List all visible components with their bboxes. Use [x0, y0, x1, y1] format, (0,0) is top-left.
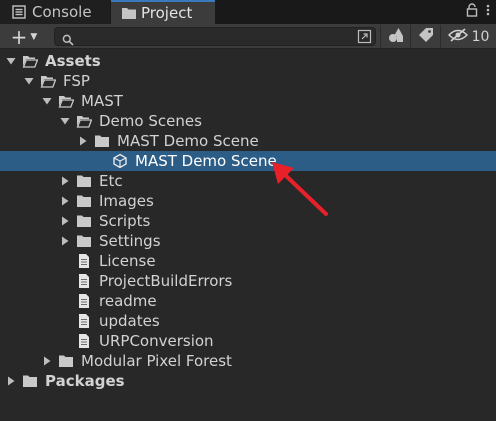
- expand-arrow-down-icon[interactable]: [42, 96, 52, 106]
- tree-item[interactable]: Images: [0, 191, 496, 211]
- expand-arrow-down-icon[interactable]: [60, 116, 70, 126]
- tree-item-label: MAST Demo Scene: [135, 152, 277, 170]
- tree-item[interactable]: Etc: [0, 171, 496, 191]
- expand-arrow-right-icon[interactable]: [60, 236, 70, 246]
- tree-item-label: readme: [99, 292, 157, 310]
- create-dropdown-button[interactable]: + ▼: [4, 26, 44, 47]
- search-icon: [62, 31, 74, 46]
- console-icon: [12, 5, 26, 19]
- tree-item-label: updates: [99, 312, 160, 330]
- tree-item-label: Settings: [99, 232, 161, 250]
- tag-icon: [418, 27, 434, 47]
- tree-item-label: MAST Demo Scene: [117, 132, 259, 150]
- tree-item[interactable]: MAST: [0, 91, 496, 111]
- search-by-label-button[interactable]: [410, 25, 440, 48]
- tab-console[interactable]: Console: [0, 0, 110, 24]
- tree-item-label: License: [99, 252, 156, 270]
- caret-down-icon: ▼: [30, 32, 38, 42]
- tree-item[interactable]: Packages: [0, 371, 496, 391]
- search-window-icon[interactable]: [357, 29, 372, 44]
- folder-open-icon: [22, 56, 38, 68]
- tree-item[interactable]: URPConversion: [0, 331, 496, 351]
- folder-open-icon: [76, 116, 92, 128]
- tab-bar-controls: [466, 0, 490, 24]
- expand-arrow-right-icon[interactable]: [78, 136, 88, 146]
- tree-item-label: Etc: [99, 172, 123, 190]
- tree-item-label: MAST: [81, 92, 123, 110]
- expand-arrow-right-icon[interactable]: [6, 376, 16, 386]
- hidden-packages-count: 10: [471, 28, 490, 45]
- folder-icon: [77, 195, 91, 207]
- folder-open-icon: [58, 96, 74, 108]
- tree-item[interactable]: updates: [0, 311, 496, 331]
- plus-icon: +: [10, 24, 28, 49]
- expand-arrow-right-icon[interactable]: [60, 216, 70, 226]
- tab-bar: Console Project: [0, 0, 496, 24]
- tab-console-label: Console: [32, 3, 92, 21]
- folder-icon: [59, 355, 73, 367]
- project-toolbar: + ▼ 10: [0, 24, 496, 49]
- tree-item-label: Packages: [45, 372, 125, 390]
- expand-arrow-right-icon[interactable]: [42, 356, 52, 366]
- tree-item-label: ProjectBuildErrors: [99, 272, 233, 290]
- search-input[interactable]: [77, 28, 347, 45]
- lock-icon[interactable]: [466, 3, 478, 21]
- tree-item[interactable]: ProjectBuildErrors: [0, 271, 496, 291]
- expand-arrow-right-icon[interactable]: [60, 176, 70, 186]
- folder-icon: [77, 235, 91, 247]
- folder-icon: [23, 375, 37, 387]
- tree-item-label: URPConversion: [99, 332, 214, 350]
- tree-item[interactable]: Settings: [0, 231, 496, 251]
- expand-arrow-right-icon[interactable]: [60, 196, 70, 206]
- tree-item[interactable]: Modular Pixel Forest: [0, 351, 496, 371]
- tree-item[interactable]: Demo Scenes: [0, 111, 496, 131]
- tree-item-label: Scripts: [99, 212, 151, 230]
- tree-item[interactable]: License: [0, 251, 496, 271]
- text-file-icon: [79, 254, 89, 268]
- more-options-icon[interactable]: [486, 3, 490, 21]
- tree-item-label: Demo Scenes: [99, 112, 202, 130]
- text-file-icon: [79, 334, 89, 348]
- tree-item[interactable]: MAST Demo Scene: [0, 151, 496, 171]
- shapes-icon: [388, 27, 404, 47]
- tree-item[interactable]: readme: [0, 291, 496, 311]
- expand-arrow-down-icon[interactable]: [6, 56, 16, 66]
- text-file-icon: [79, 314, 89, 328]
- tree-item-label: Assets: [45, 52, 101, 70]
- tab-project[interactable]: Project: [111, 0, 215, 24]
- unity-scene-icon: [113, 153, 127, 169]
- text-file-icon: [79, 294, 89, 308]
- tab-project-label: Project: [141, 4, 193, 22]
- folder-icon: [121, 6, 136, 20]
- folder-icon: [77, 215, 91, 227]
- tree-item-label: Images: [99, 192, 154, 210]
- tree-item[interactable]: Scripts: [0, 211, 496, 231]
- tree-item[interactable]: Assets: [0, 51, 496, 71]
- search-field[interactable]: [54, 27, 376, 46]
- eye-slash-icon: [447, 27, 468, 46]
- tree-item[interactable]: FSP: [0, 71, 496, 91]
- search-by-type-button[interactable]: [380, 25, 410, 48]
- text-file-icon: [79, 274, 89, 288]
- project-tree: Assets FSP MAST Demo Scenes MAST Demo Scene M…: [0, 51, 496, 391]
- folder-open-icon: [40, 76, 56, 88]
- tree-item-label: FSP: [63, 72, 90, 90]
- tree-item[interactable]: MAST Demo Scene: [0, 131, 496, 151]
- folder-icon: [77, 175, 91, 187]
- tree-item-label: Modular Pixel Forest: [81, 352, 232, 370]
- hidden-packages-toggle[interactable]: 10: [440, 25, 496, 48]
- expand-arrow-down-icon[interactable]: [24, 76, 34, 86]
- folder-icon: [95, 135, 109, 147]
